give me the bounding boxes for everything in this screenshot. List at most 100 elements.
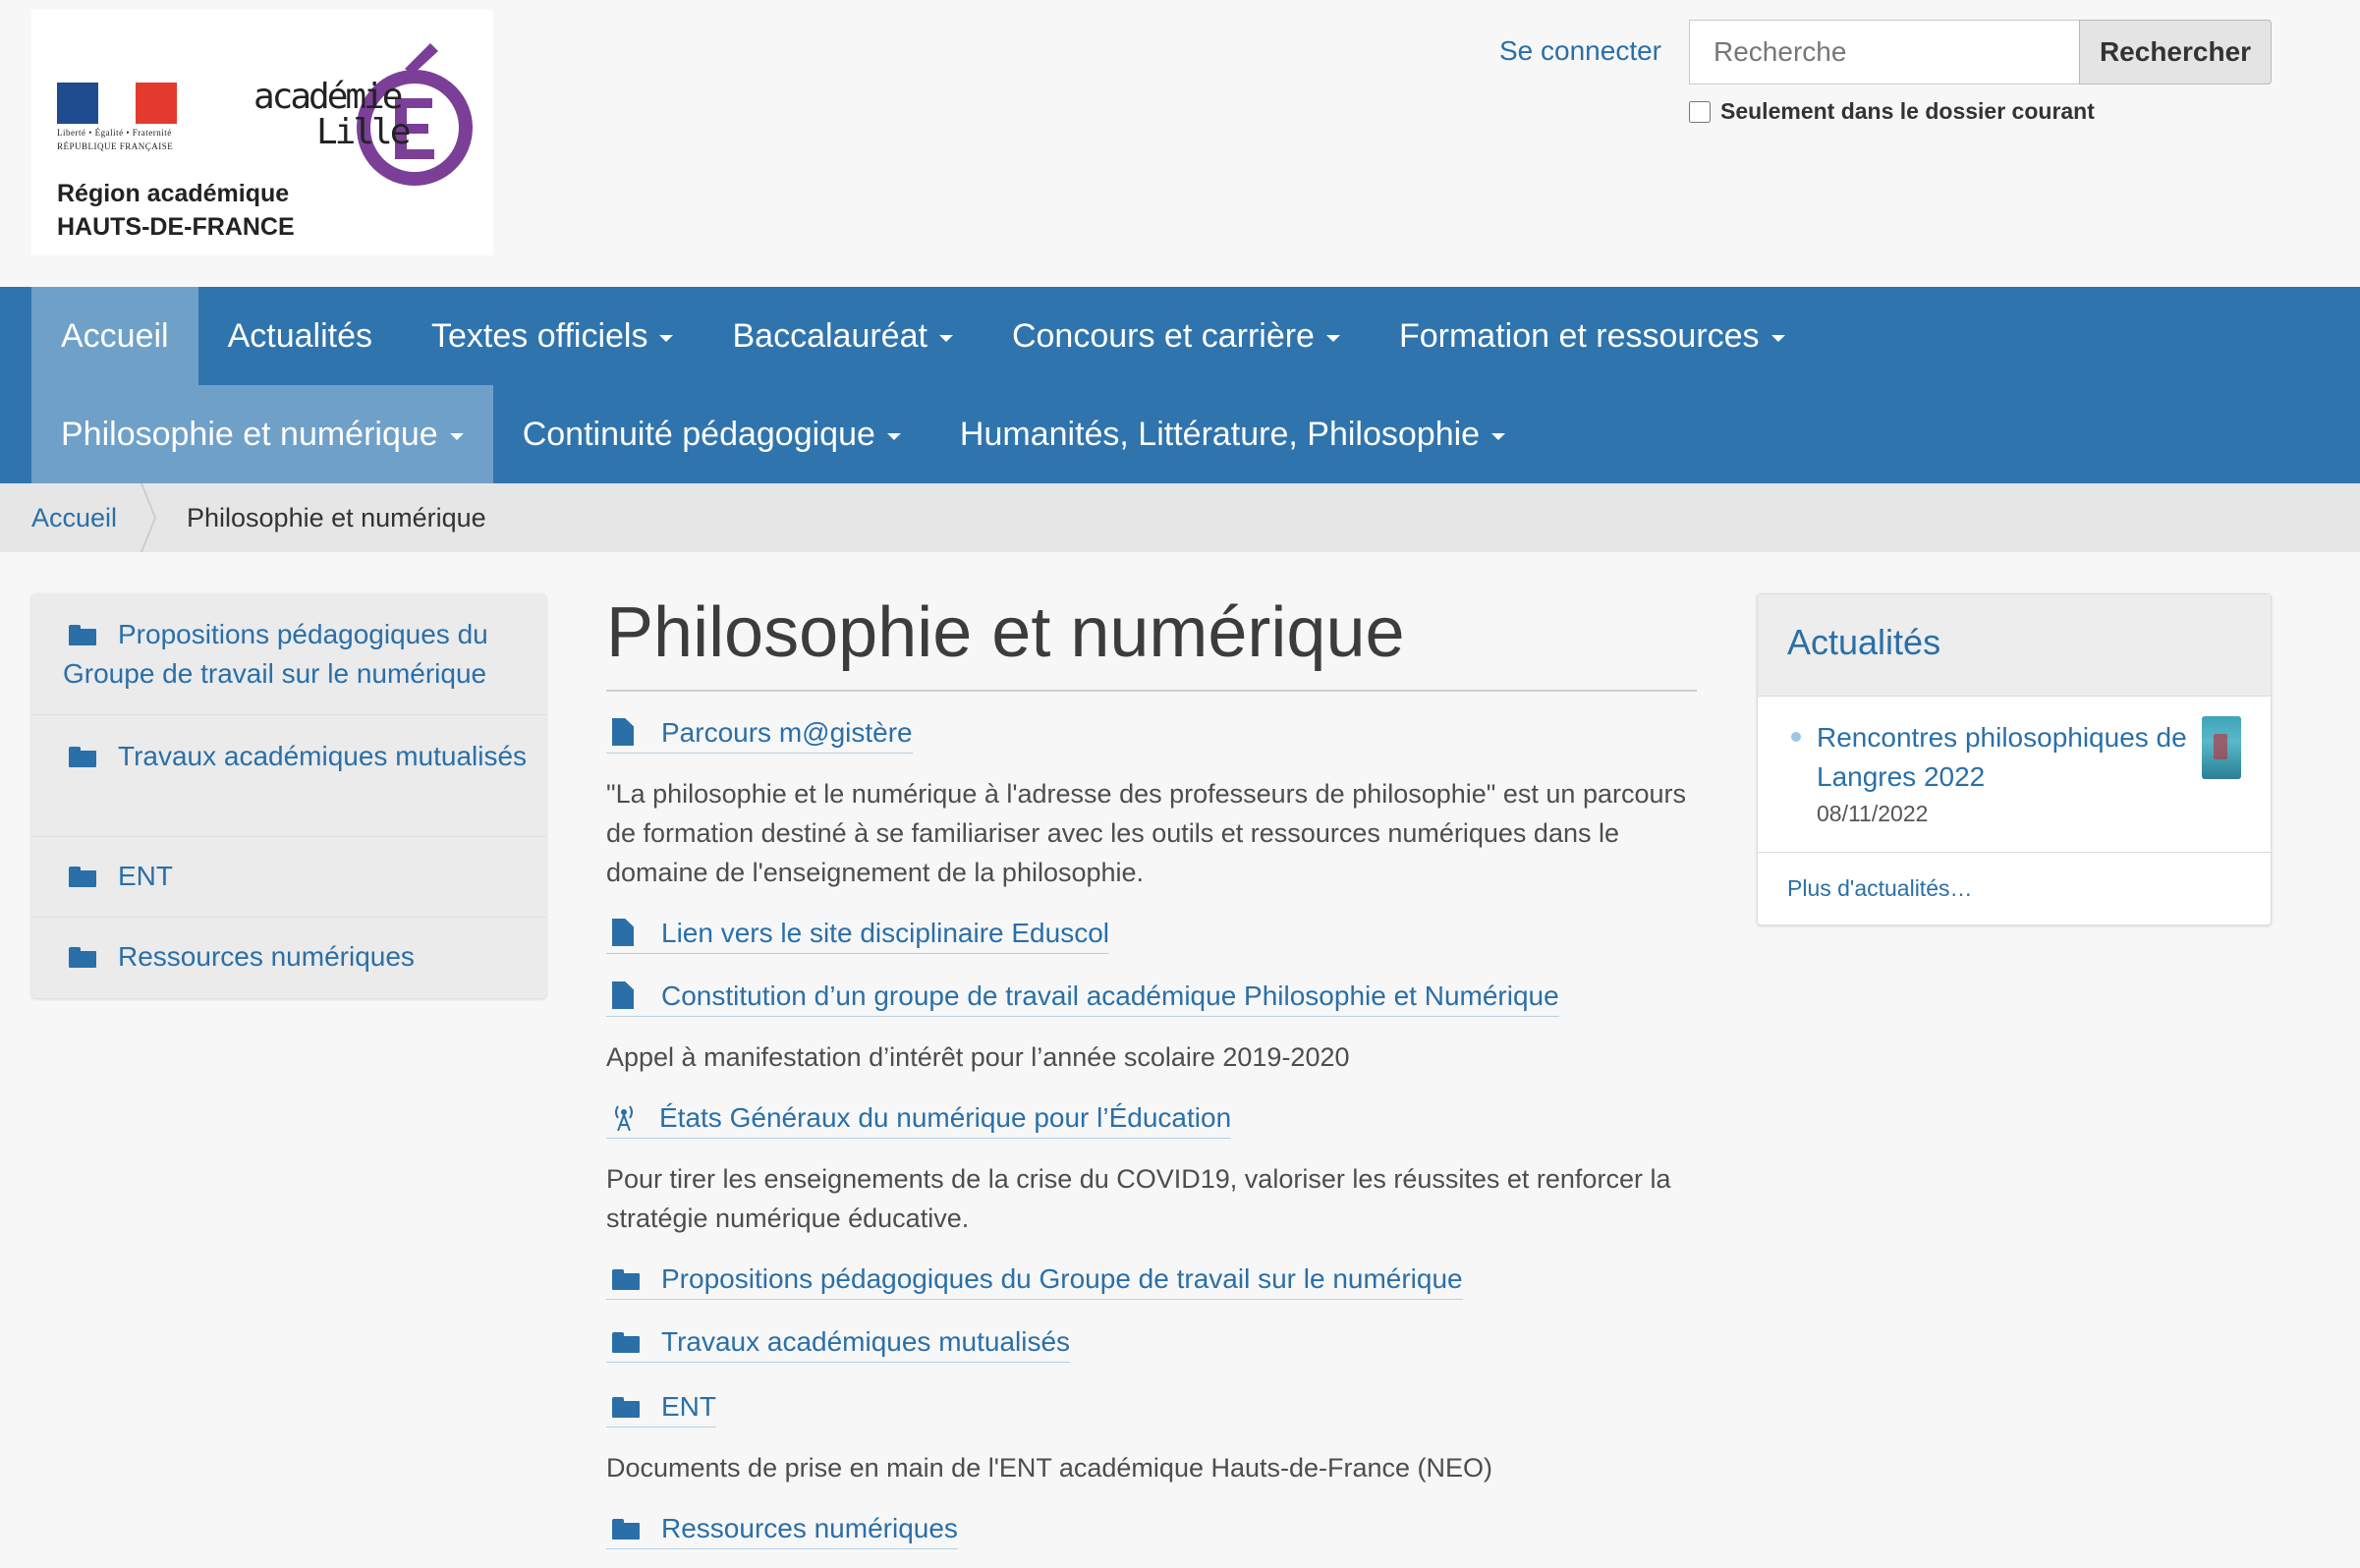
nav-item-accueil[interactable]: Accueil: [31, 287, 198, 385]
nav-label: Concours et carrière: [1011, 317, 1315, 355]
sidebar-item-ent[interactable]: ENT: [31, 837, 546, 918]
folder-icon: [69, 747, 96, 767]
entry-description: "La philosophie et le numérique à l'adre…: [606, 779, 1686, 887]
entry-label: ENT: [661, 1391, 716, 1422]
nav-item-formation-ressources[interactable]: Formation et ressources: [1370, 287, 1815, 385]
logo-academie-text: académie: [253, 77, 403, 117]
news-thumbnail-image[interactable]: [2202, 716, 2241, 779]
news-item-date: 08/11/2022: [1817, 801, 1929, 826]
sidebar-item-link[interactable]: Travaux académiques mutualisés: [63, 737, 534, 776]
nav-item-baccalaureat[interactable]: Baccalauréat: [702, 287, 982, 385]
nav-row-1: Accueil Actualités Textes officiels Bacc…: [31, 287, 1815, 385]
current-folder-checkbox[interactable]: [1689, 100, 1711, 123]
entry-description: Pour tirer les enseignements de la crise…: [606, 1164, 1671, 1233]
login-link[interactable]: Se connecter: [1499, 35, 1661, 67]
bullet-icon: [1791, 732, 1801, 742]
section-sidebar: Propositions pédagogiques du Groupe de t…: [31, 593, 546, 998]
entry-link-ent[interactable]: ENT: [606, 1389, 716, 1428]
nav-label: Accueil: [61, 317, 169, 355]
antenna-icon: [615, 1105, 633, 1131]
entry-label: Propositions pédagogiques du Groupe de t…: [661, 1263, 1463, 1294]
main-navigation: Accueil Actualités Textes officiels Bacc…: [0, 287, 2360, 483]
nav-item-humanites[interactable]: Humanités, Littérature, Philosophie: [930, 385, 1535, 483]
entry-link-ressources[interactable]: Ressources numériques: [606, 1511, 958, 1549]
sidebar-item-label: Travaux académiques mutualisés: [118, 741, 528, 771]
sidebar-item-propositions[interactable]: Propositions pédagogiques du Groupe de t…: [31, 593, 546, 715]
entry-description: Documents de prise en main de l'ENT acad…: [606, 1453, 1493, 1483]
folder-icon: [612, 1519, 640, 1540]
entry-label: Ressources numériques: [661, 1513, 958, 1543]
document-icon: [612, 718, 634, 746]
entry-link-magistere[interactable]: Parcours m@gistère: [606, 715, 913, 754]
breadcrumb-current: Philosophie et numérique: [187, 503, 486, 532]
portlet-header: Actualités: [1758, 594, 2271, 697]
sidebar-item-label: ENT: [118, 861, 173, 891]
caret-down-icon: [1325, 334, 1340, 342]
caret-down-icon: [886, 432, 901, 440]
document-icon: [612, 919, 634, 946]
logo-region-line2: HAUTS-DE-FRANCE: [57, 213, 295, 241]
caret-down-icon: [1491, 432, 1506, 440]
sidebar-item-label: Propositions pédagogiques du Groupe de t…: [63, 619, 488, 689]
nav-label: Formation et ressources: [1398, 317, 1760, 355]
sidebar-item-label: Ressources numériques: [118, 941, 415, 972]
breadcrumb: Accueil Philosophie et numérique: [0, 483, 2360, 552]
entry-label: Lien vers le site disciplinaire Eduscol: [661, 918, 1109, 948]
entry-label: Constitution d’un groupe de travail acad…: [661, 980, 1559, 1011]
site-header: Liberté • Égalité • Fraternité RÉPUBLIQU…: [0, 0, 2360, 287]
caret-down-icon: [938, 334, 953, 342]
sidebar-item-link[interactable]: Propositions pédagogiques du Groupe de t…: [63, 615, 534, 694]
breadcrumb-home-link[interactable]: Accueil: [31, 483, 117, 552]
news-item-title[interactable]: Rencontres philosophiques de Langres 202…: [1817, 718, 2200, 797]
nav-item-concours-carriere[interactable]: Concours et carrière: [983, 287, 1370, 385]
search-input[interactable]: [1689, 20, 2080, 84]
folder-icon: [69, 947, 96, 968]
document-icon: [612, 981, 634, 1009]
logo-region-text: Région académique HAUTS-DE-FRANCE: [57, 177, 295, 244]
sidebar-item-travaux[interactable]: Travaux académiques mutualisés: [31, 715, 546, 837]
entry-link-travaux[interactable]: Travaux académiques mutualisés: [606, 1324, 1071, 1363]
site-logo[interactable]: Liberté • Égalité • Fraternité RÉPUBLIQU…: [31, 10, 493, 255]
nav-item-textes-officiels[interactable]: Textes officiels: [402, 287, 702, 385]
folder-icon: [612, 1269, 640, 1290]
entry-label: États Généraux du numérique pour l’Éduca…: [659, 1102, 1232, 1133]
nav-label: Actualités: [227, 317, 373, 355]
marianne-flag-icon: [57, 83, 177, 124]
search-button[interactable]: Rechercher: [2079, 20, 2272, 84]
logo-region-line1: Région académique: [57, 180, 290, 207]
sidebar-item-link[interactable]: Ressources numériques: [63, 937, 534, 977]
folder-icon: [612, 1332, 640, 1353]
portlet-divider: [1758, 852, 2271, 853]
entry-link-etats-generaux[interactable]: États Généraux du numérique pour l’Éduca…: [606, 1100, 1232, 1139]
nav-item-continuite-pedagogique[interactable]: Continuité pédagogique: [493, 385, 930, 483]
sidebar-item-link[interactable]: ENT: [63, 857, 534, 896]
portlet-title[interactable]: Actualités: [1787, 622, 1940, 663]
nav-row-2: Philosophie et numérique Continuité péda…: [31, 385, 1535, 483]
nav-label: Humanités, Littérature, Philosophie: [959, 416, 1481, 453]
folder-icon: [69, 625, 96, 645]
caret-down-icon: [1770, 334, 1785, 342]
nav-label: Textes officiels: [431, 317, 648, 355]
entry-link-groupe-travail[interactable]: Constitution d’un groupe de travail acad…: [606, 979, 1559, 1017]
entry-link-propositions[interactable]: Propositions pédagogiques du Groupe de t…: [606, 1261, 1463, 1300]
entry-link-eduscol[interactable]: Lien vers le site disciplinaire Eduscol: [606, 916, 1109, 954]
folder-icon: [69, 867, 96, 887]
more-news-link[interactable]: Plus d'actualités…: [1787, 875, 1972, 902]
current-folder-label: Seulement dans le dossier courant: [1720, 98, 2095, 124]
nav-label: Baccalauréat: [732, 317, 927, 355]
page-title: Philosophie et numérique: [606, 593, 1405, 672]
entry-label: Travaux académiques mutualisés: [661, 1326, 1071, 1357]
nav-item-actualites[interactable]: Actualités: [198, 287, 402, 385]
logo-republique: RÉPUBLIQUE FRANÇAISE: [57, 141, 174, 151]
caret-down-icon: [449, 432, 464, 440]
logo-lille-text: Lille: [316, 112, 411, 152]
breadcrumb-separator-icon: [140, 483, 157, 552]
logo-motto: Liberté • Égalité • Fraternité: [57, 128, 172, 138]
nav-item-philosophie-numerique[interactable]: Philosophie et numérique: [31, 385, 493, 483]
nav-label: Continuité pédagogique: [522, 416, 875, 453]
sidebar-item-ressources[interactable]: Ressources numériques: [31, 918, 546, 998]
search-current-folder-option[interactable]: Seulement dans le dossier courant: [1689, 98, 2095, 125]
caret-down-icon: [659, 334, 674, 342]
folder-icon: [612, 1397, 640, 1418]
entry-label: Parcours m@gistère: [661, 717, 913, 748]
